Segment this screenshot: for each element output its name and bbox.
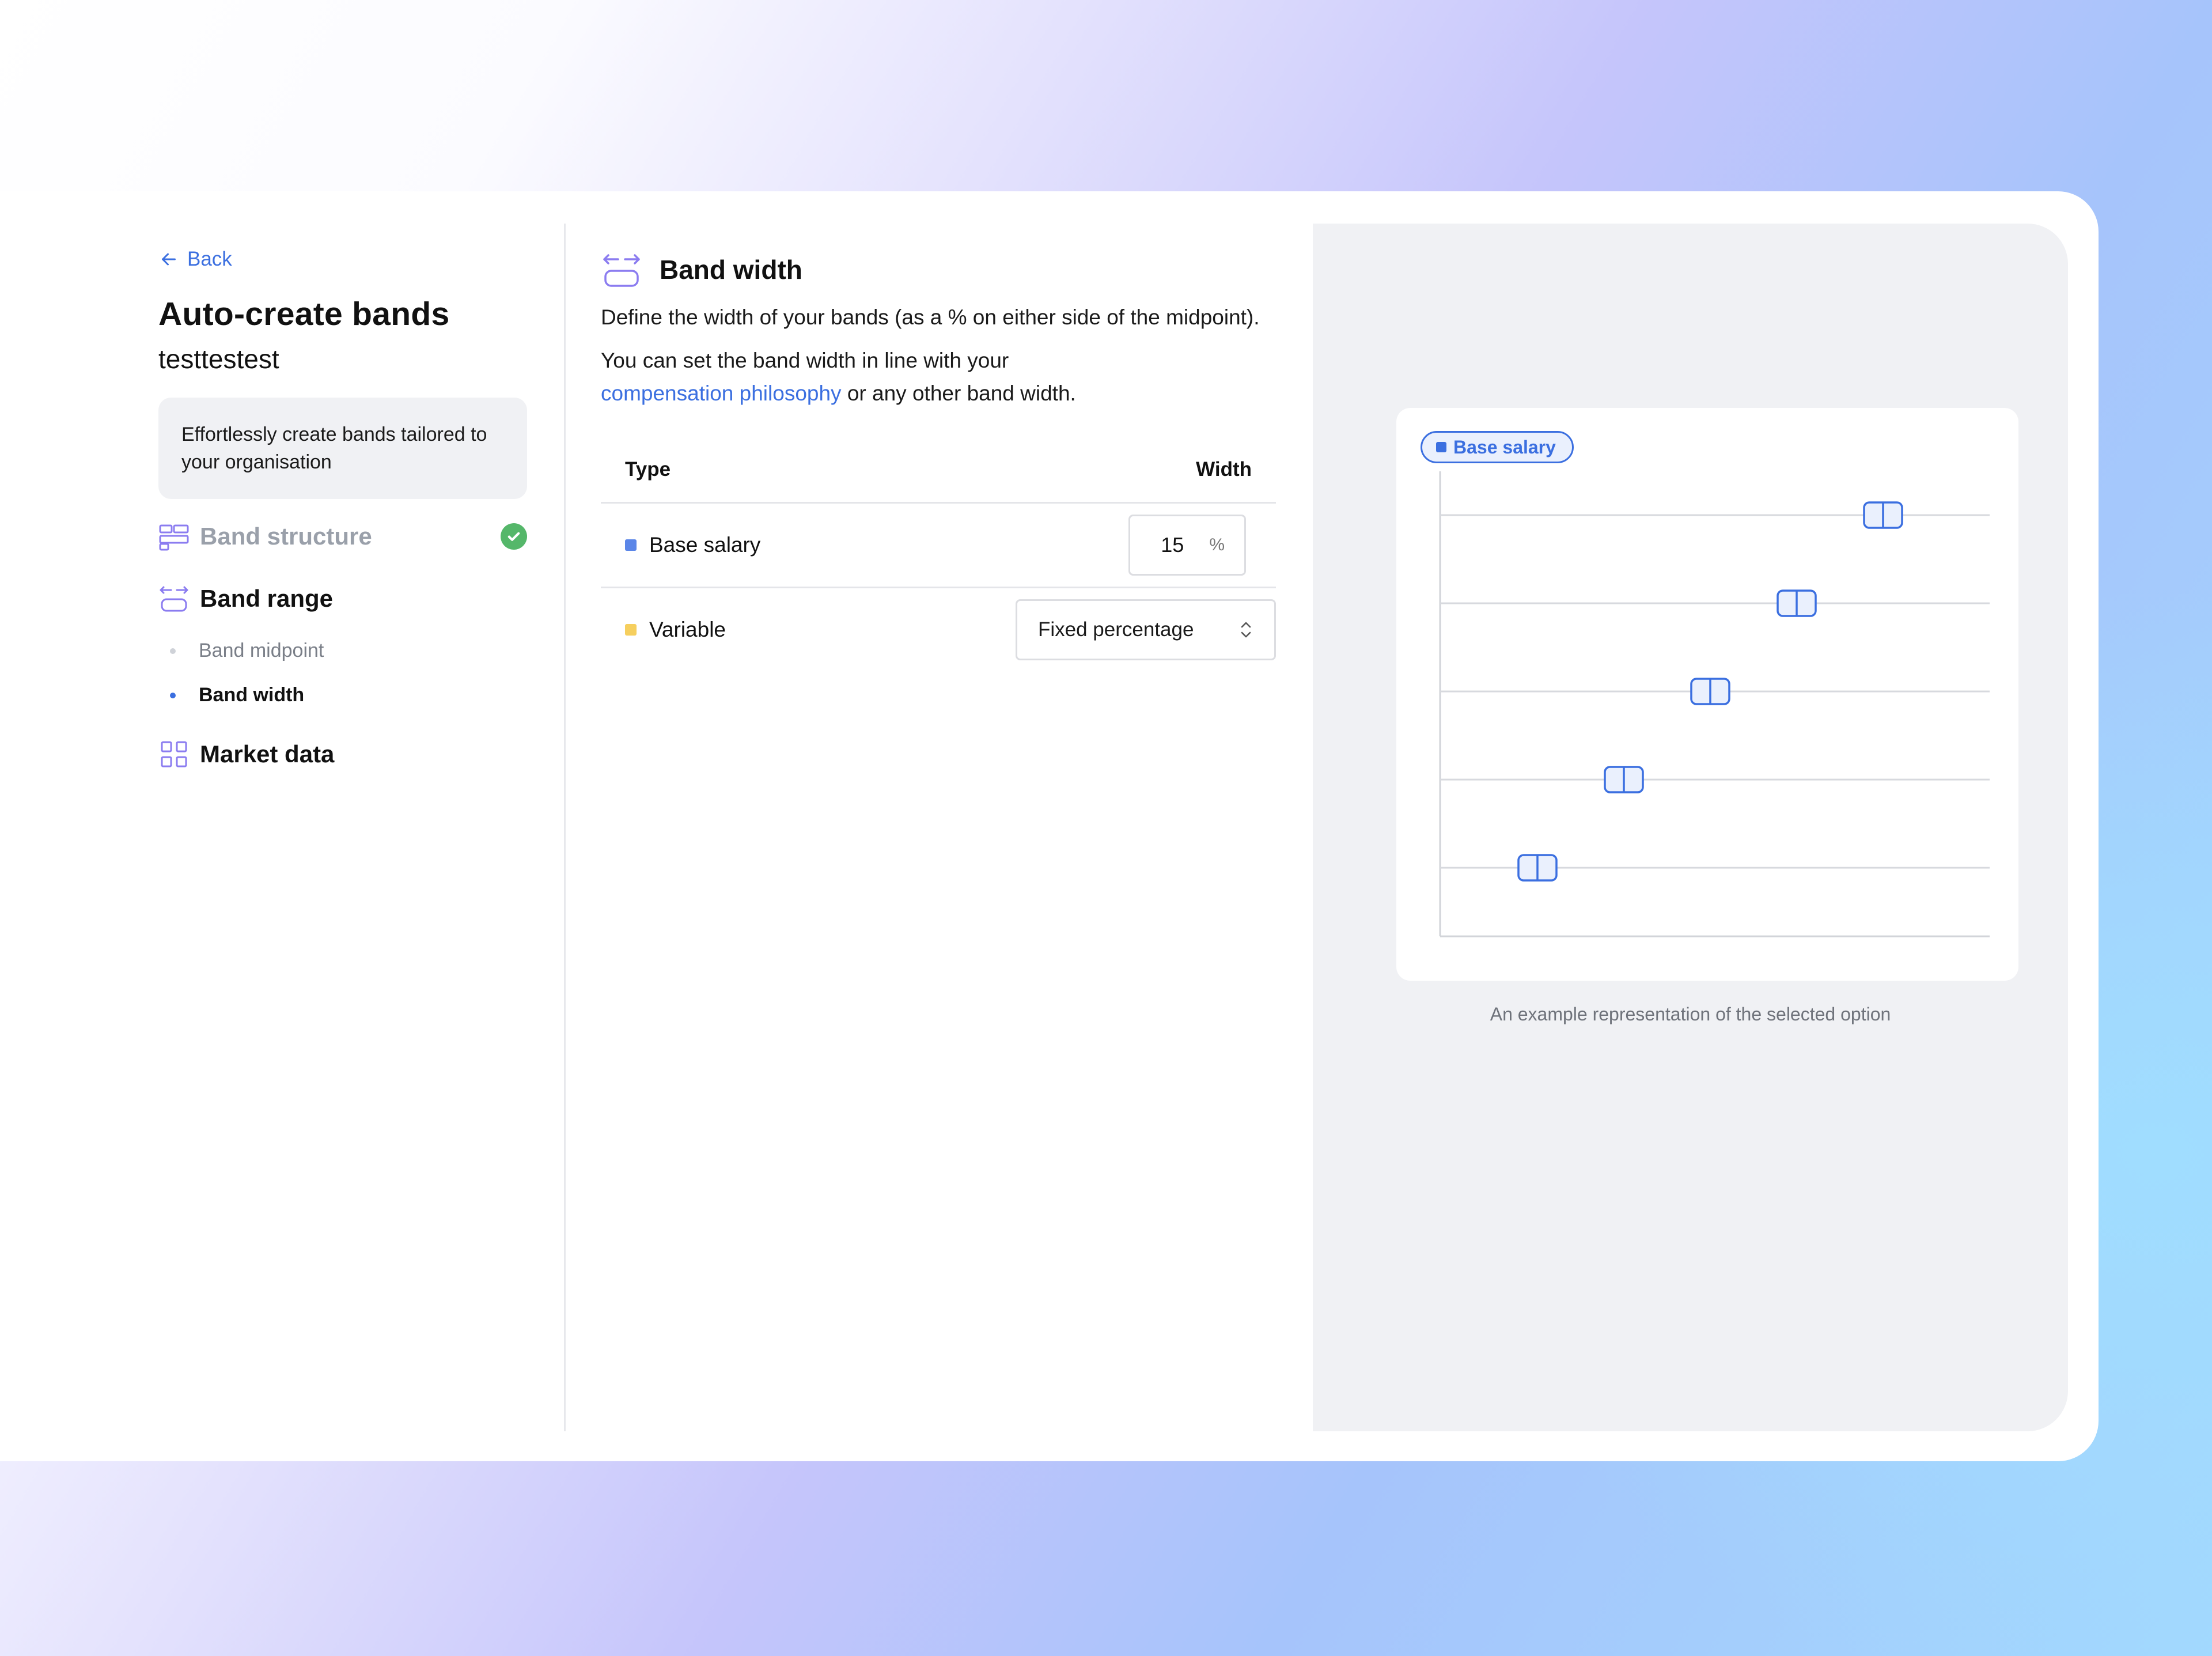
column-width: Width — [1196, 458, 1252, 481]
info-text: Effortlessly create bands tailored to yo… — [181, 424, 487, 473]
width-value: 15 — [1161, 533, 1184, 557]
type-label: Base salary — [649, 533, 761, 557]
band-range-icon — [158, 583, 190, 614]
legend-label: Base salary — [1453, 436, 1556, 458]
section-title: Band width — [660, 255, 802, 285]
back-label: Back — [187, 248, 232, 270]
variable-width-select[interactable]: Fixed percentage — [1016, 599, 1276, 660]
step-label: Market data — [200, 740, 335, 767]
info-box: Effortlessly create bands tailored to yo… — [158, 398, 527, 499]
width-input[interactable]: 15 % — [1128, 515, 1246, 576]
type-cell: Variable — [625, 618, 726, 642]
preview-chart-card: Base salary — [1396, 408, 2018, 981]
check-icon — [501, 523, 527, 550]
active-dot — [170, 692, 176, 698]
type-label: Variable — [649, 618, 726, 641]
band-width-icon — [601, 249, 642, 290]
step-label: Band range — [200, 585, 334, 612]
page-subtitle: testtestest — [158, 344, 279, 374]
step-label: Band structure — [200, 523, 372, 550]
sidebar: Back Auto-create bands testtestest Effor… — [158, 247, 527, 770]
substep-band-midpoint[interactable]: Band midpoint — [158, 640, 527, 662]
substep-label: Band midpoint — [199, 640, 324, 661]
band-width-table: Type Width Base salary 15 % Variable Fix… — [601, 437, 1276, 671]
band-preview-chart — [1439, 471, 1990, 937]
chevron-up-down-icon — [1241, 622, 1251, 638]
step-band-structure[interactable]: Band structure — [158, 521, 527, 552]
base-salary-swatch — [625, 539, 637, 551]
inactive-dot — [170, 648, 176, 654]
type-cell: Base salary — [625, 533, 760, 557]
preview-caption: An example representation of the selecte… — [1490, 1004, 1891, 1024]
table-row: Variable Fixed percentage — [601, 588, 1276, 671]
hint-suffix: or any other band width. — [847, 381, 1076, 405]
back-link[interactable]: Back — [158, 247, 527, 272]
variable-swatch — [625, 624, 637, 636]
preview-panel: Base salary An example representation of… — [1313, 224, 2068, 1431]
column-type: Type — [625, 458, 671, 481]
main-content: Band width Define the width of your band… — [601, 247, 1276, 671]
percent-unit: % — [1209, 535, 1225, 554]
section-header: Band width — [601, 247, 1276, 293]
section-description: Define the width of your bands (as a % o… — [601, 305, 1260, 329]
substep-band-width[interactable]: Band width — [158, 684, 527, 706]
section-hint: You can set the band width in line with … — [601, 344, 1276, 410]
hint-prefix: You can set the band width in line with … — [601, 349, 1009, 372]
legend-chip: Base salary — [1421, 431, 1574, 463]
legend-swatch — [1436, 442, 1446, 452]
compensation-philosophy-link[interactable]: compensation philosophy — [601, 381, 842, 405]
page-title: Auto-create bands — [158, 296, 450, 332]
band-structure-icon — [158, 521, 190, 552]
step-market-data[interactable]: Market data — [158, 739, 527, 770]
select-value: Fixed percentage — [1038, 618, 1194, 641]
table-header: Type Width — [601, 437, 1276, 504]
vertical-divider — [564, 224, 566, 1431]
arrow-left-icon — [162, 253, 176, 266]
substep-label: Band width — [199, 684, 305, 706]
table-row: Base salary 15 % — [601, 504, 1276, 588]
grid-icon — [158, 739, 190, 770]
step-band-range[interactable]: Band range — [158, 583, 527, 614]
